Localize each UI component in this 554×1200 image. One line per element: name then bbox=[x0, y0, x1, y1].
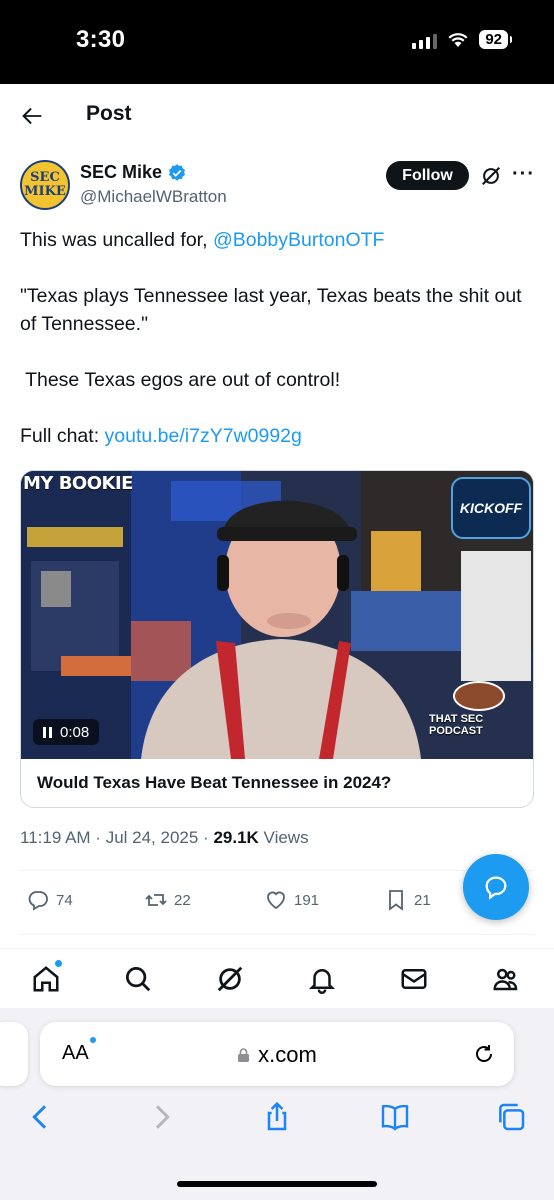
views-count: 29.1K bbox=[213, 828, 259, 847]
chat-label: Full chat: bbox=[20, 425, 105, 447]
like-button[interactable]: 191 bbox=[264, 888, 319, 912]
tweet-text: This was uncalled for, @BobbyBurtonOTF "… bbox=[20, 226, 536, 450]
football-icon bbox=[453, 681, 505, 711]
signal-icon bbox=[412, 31, 438, 49]
communities-icon bbox=[493, 968, 518, 991]
avatar-text-bottom: MIKE bbox=[24, 184, 66, 199]
url-display[interactable]: x.com bbox=[40, 1042, 514, 1068]
tab-grok[interactable] bbox=[214, 963, 246, 995]
verified-badge-icon bbox=[169, 163, 186, 181]
bookmark-count: 21 bbox=[414, 891, 431, 909]
divider bbox=[20, 870, 534, 871]
notification-dot bbox=[55, 960, 62, 967]
reply-count: 74 bbox=[56, 891, 73, 909]
avatar[interactable]: SEC MIKE bbox=[20, 160, 70, 210]
bottom-tab-bar bbox=[0, 948, 554, 1008]
battery-indicator: 92 bbox=[479, 30, 512, 49]
tweet-text-intro: This was uncalled for, bbox=[20, 229, 213, 251]
video-card[interactable]: MY BOOKIE KICKOFF THAT SEC PODCAST 0:08 … bbox=[20, 470, 534, 808]
author-handle[interactable]: @MichaelWBratton bbox=[80, 187, 227, 207]
tab-home[interactable] bbox=[30, 960, 62, 995]
back-arrow-icon[interactable] bbox=[18, 102, 46, 130]
divider bbox=[20, 934, 534, 935]
repost-icon bbox=[145, 894, 167, 906]
lock-icon bbox=[238, 1048, 250, 1062]
tweet-quote: "Texas plays Tennessee last year, Texas … bbox=[20, 285, 522, 335]
tabs-button[interactable] bbox=[494, 1100, 528, 1134]
post-date: Jul 24, 2025 bbox=[105, 828, 199, 847]
post-header: Post bbox=[0, 84, 554, 146]
video-card-title[interactable]: Would Texas Have Beat Tennessee in 2024? bbox=[37, 773, 391, 793]
action-bar: 74 22 191 21 bbox=[26, 888, 446, 916]
grok-icon bbox=[217, 966, 243, 992]
chevron-left-icon bbox=[32, 1105, 47, 1129]
youtube-link[interactable]: youtu.be/i7zY7w0992g bbox=[105, 425, 302, 447]
video-controls[interactable]: 0:08 bbox=[33, 719, 100, 745]
repost-button[interactable]: 22 bbox=[144, 888, 191, 912]
video-player[interactable]: MY BOOKIE KICKOFF THAT SEC PODCAST 0:08 bbox=[21, 471, 533, 759]
post-meta: 11:19 AM · Jul 24, 2025 · 29.1K Views bbox=[20, 828, 309, 847]
grok-icon[interactable] bbox=[480, 165, 502, 187]
reply-icon bbox=[28, 891, 48, 911]
mention-link[interactable]: @BobbyBurtonOTF bbox=[213, 229, 385, 251]
tweet-line-1: This was uncalled for, @BobbyBurtonOTF bbox=[20, 226, 536, 254]
tab-search[interactable] bbox=[122, 963, 154, 995]
wifi-icon bbox=[448, 32, 468, 47]
podcast-name: THAT SEC PODCAST bbox=[429, 713, 484, 737]
video-overlay-logo: KICKOFF bbox=[451, 477, 531, 539]
browser-forward-button[interactable] bbox=[144, 1100, 178, 1134]
repost-count: 22 bbox=[174, 891, 191, 909]
views-label: Views bbox=[263, 828, 309, 847]
chevron-right-icon bbox=[155, 1105, 170, 1129]
reload-icon[interactable] bbox=[472, 1042, 496, 1066]
video-overlay-podcast-logo: THAT SEC PODCAST bbox=[429, 677, 529, 737]
like-count: 191 bbox=[294, 891, 320, 909]
share-icon bbox=[267, 1101, 287, 1131]
url-text: x.com bbox=[258, 1042, 317, 1067]
address-bar[interactable]: AA x.com bbox=[40, 1022, 514, 1086]
share-button[interactable] bbox=[260, 1100, 294, 1134]
tab-communities[interactable] bbox=[490, 963, 522, 995]
bookmarks-button[interactable] bbox=[378, 1100, 412, 1134]
home-icon bbox=[33, 966, 59, 992]
browser-back-button[interactable] bbox=[24, 1100, 58, 1134]
bookmark-button[interactable]: 21 bbox=[384, 888, 431, 912]
tweet-line-3: These Texas egos are out of control! bbox=[20, 369, 341, 391]
notifications-icon bbox=[308, 969, 336, 994]
pause-icon[interactable] bbox=[43, 726, 52, 738]
book-icon bbox=[381, 1104, 409, 1131]
page-title: Post bbox=[86, 102, 132, 125]
avatar-text-top: SEC bbox=[30, 170, 60, 185]
follow-button[interactable]: Follow bbox=[386, 161, 469, 190]
more-options-icon[interactable]: ··· bbox=[512, 163, 534, 187]
bookmark-icon bbox=[389, 890, 403, 911]
search-icon bbox=[126, 967, 151, 992]
video-overlay-brand: MY BOOKIE bbox=[23, 473, 133, 494]
previous-tab-preview[interactable] bbox=[0, 1022, 28, 1086]
status-bar: 3:30 92 bbox=[0, 0, 554, 84]
status-indicators: 92 bbox=[412, 30, 512, 49]
home-indicator bbox=[177, 1181, 377, 1187]
tab-messages[interactable] bbox=[398, 963, 430, 995]
video-duration: 0:08 bbox=[60, 723, 90, 741]
compose-reply-button[interactable] bbox=[463, 854, 529, 920]
tweet-line-4: Full chat: youtu.be/i7zY7w0992g bbox=[20, 422, 536, 450]
author-name[interactable]: SEC Mike bbox=[80, 162, 187, 183]
browser-toolbar: AA x.com bbox=[0, 1008, 554, 1200]
reply-button[interactable]: 74 bbox=[26, 888, 73, 912]
post-time: 11:19 AM bbox=[20, 828, 91, 847]
heart-icon bbox=[267, 891, 285, 910]
messages-icon bbox=[401, 969, 427, 989]
author-name-text: SEC Mike bbox=[80, 162, 163, 182]
tabs-icon bbox=[499, 1103, 525, 1131]
chat-bubble-icon bbox=[485, 876, 507, 900]
status-time: 3:30 bbox=[76, 26, 126, 53]
tab-notifications[interactable] bbox=[306, 963, 338, 995]
